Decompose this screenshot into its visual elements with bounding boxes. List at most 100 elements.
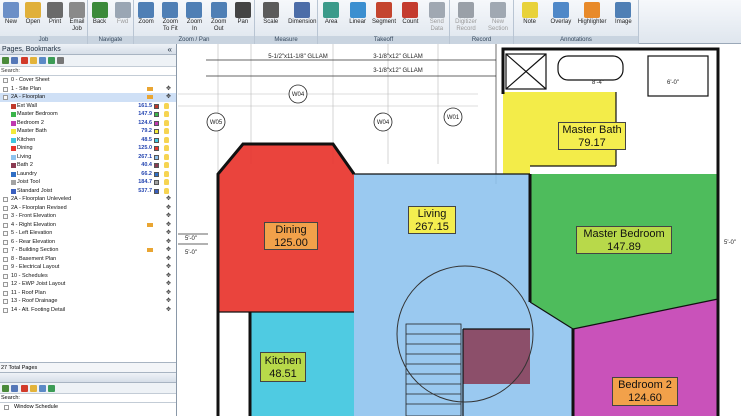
visibility-bulb-icon[interactable] [164, 119, 169, 126]
zoom-in-button[interactable]: Zoom In [182, 1, 206, 35]
page-item[interactable]: 2A - Floorplan Unleveled ✥ [0, 195, 176, 204]
back-button[interactable]: Back [88, 1, 111, 35]
move-icon[interactable]: ✥ [166, 272, 171, 281]
drawing-canvas[interactable]: W05 W04 W04 W01 5-1/2"x11-1/8" GLLAM 3-1… [178, 44, 741, 416]
sort-number-icon[interactable] [57, 57, 64, 64]
image-button[interactable]: Image [608, 1, 639, 35]
page-item[interactable]: 7 - Building Section ✥ [0, 246, 176, 255]
fwd-button[interactable]: Fwd [111, 1, 134, 35]
bottom-search-field[interactable]: Search: [0, 394, 176, 403]
move-icon[interactable]: ✥ [166, 195, 171, 204]
color-swatch[interactable] [154, 120, 159, 126]
page-item[interactable]: 1 - Site Plan ✥ [0, 85, 176, 94]
move-icon[interactable]: ✥ [166, 93, 171, 102]
move-icon[interactable]: ✥ [166, 263, 171, 272]
takeoff-item[interactable]: Dining 125.0 [0, 144, 176, 153]
sort-icon[interactable] [48, 57, 55, 64]
copy-icon[interactable] [11, 385, 18, 392]
email-job-button[interactable]: Email Job [66, 1, 88, 35]
visibility-bulb-icon[interactable] [164, 136, 169, 143]
page-item[interactable]: 8 - Basement Plan ✥ [0, 255, 176, 264]
digitizer-record-button[interactable]: Digitizer Record [450, 1, 482, 35]
takeoff-item[interactable]: Living 267.1 [0, 153, 176, 162]
color-swatch[interactable] [154, 137, 159, 143]
visibility-bulb-icon[interactable] [164, 162, 169, 168]
send-data-button[interactable]: Send Data [424, 1, 450, 35]
page-item[interactable]: 0 - Cover Sheet [0, 76, 176, 85]
room-label-master-bath[interactable]: Master Bath 79.17 [558, 122, 626, 150]
scale-button[interactable]: Scale [255, 1, 287, 35]
zoom-button[interactable]: Zoom [134, 1, 158, 35]
visibility-bulb-icon[interactable] [164, 153, 169, 160]
takeoff-item[interactable]: Ext Wall 161.5 [0, 102, 176, 111]
room-label-living[interactable]: Living 267.15 [408, 206, 456, 234]
move-icon[interactable]: ✥ [166, 297, 171, 306]
move-icon[interactable]: ✥ [166, 289, 171, 298]
page-item[interactable]: 4 - Right Elevation ✥ [0, 221, 176, 230]
page-item[interactable]: 5 - Left Elevation ✥ [0, 229, 176, 238]
folder-icon[interactable] [30, 57, 37, 64]
note-button[interactable]: Note [514, 1, 545, 35]
takeoff-item[interactable]: Kitchen 48.5 [0, 136, 176, 145]
segment-button[interactable]: Segment [371, 1, 397, 35]
visibility-bulb-icon[interactable] [164, 179, 169, 185]
open-button[interactable]: Open [22, 1, 44, 35]
move-icon[interactable]: ✥ [166, 238, 171, 247]
color-swatch[interactable] [154, 188, 159, 194]
color-swatch[interactable] [154, 171, 159, 177]
takeoff-item[interactable]: Standard Joist 537.7 [0, 187, 176, 196]
print-button[interactable]: Print [44, 1, 66, 35]
move-icon[interactable]: ✥ [166, 204, 171, 213]
takeoff-item[interactable]: Bedroom 2 124.6 [0, 119, 176, 128]
move-icon[interactable]: ✥ [166, 306, 171, 315]
area-button[interactable]: Area [318, 1, 344, 35]
room-label-master-bedroom[interactable]: Master Bedroom 147.89 [576, 226, 672, 254]
color-swatch[interactable] [154, 180, 159, 185]
add-icon[interactable] [2, 385, 9, 392]
page-item[interactable]: 11 - Roof Plan ✥ [0, 289, 176, 298]
takeoff-item[interactable]: Master Bath 79.2 [0, 127, 176, 136]
visibility-bulb-icon[interactable] [164, 128, 169, 134]
color-swatch[interactable] [154, 129, 159, 134]
refresh-icon[interactable] [39, 57, 46, 64]
takeoff-item[interactable]: Laundry 66.2 [0, 170, 176, 179]
visibility-bulb-icon[interactable] [164, 170, 169, 177]
refresh-icon[interactable] [39, 385, 46, 392]
list-item[interactable]: Window Schedule [0, 403, 176, 412]
color-swatch[interactable] [154, 112, 159, 117]
folder-icon[interactable] [30, 385, 37, 392]
overlay-button[interactable]: Overlay [545, 1, 576, 35]
visibility-bulb-icon[interactable] [164, 145, 169, 151]
color-swatch[interactable] [154, 154, 159, 160]
page-item[interactable]: 2A - Floorplan Revised ✥ [0, 204, 176, 213]
room-label-dining[interactable]: Dining 125.00 [264, 222, 318, 250]
page-item[interactable]: 6 - Rear Elevation ✥ [0, 238, 176, 247]
delete-icon[interactable] [21, 385, 28, 392]
add-page-icon[interactable] [2, 57, 9, 64]
color-swatch[interactable] [154, 103, 159, 109]
zoom-to-fit-button[interactable]: Zoom To Fit [158, 1, 182, 35]
page-item[interactable]: 3 - Front Elevation ✥ [0, 212, 176, 221]
takeoff-item[interactable]: Master Bedroom 147.9 [0, 110, 176, 119]
move-icon[interactable]: ✥ [166, 246, 171, 255]
page-item[interactable]: 12 - EWP Joist Layout ✥ [0, 280, 176, 289]
page-item[interactable]: 2A - Floorplan ✥ [0, 93, 176, 102]
page-item[interactable]: 14 - Alt. Footing Detail ✥ [0, 306, 176, 315]
sort-icon[interactable] [48, 385, 55, 392]
move-icon[interactable]: ✥ [166, 85, 171, 94]
visibility-bulb-icon[interactable] [164, 187, 169, 194]
color-swatch[interactable] [154, 163, 159, 168]
visibility-bulb-icon[interactable] [164, 111, 169, 117]
takeoff-item[interactable]: Joist Tool 184.7 [0, 178, 176, 187]
new-section-button[interactable]: New Section [482, 1, 514, 35]
new-button[interactable]: New [0, 1, 22, 35]
move-icon[interactable]: ✥ [166, 212, 171, 221]
search-field[interactable]: Search: [0, 67, 176, 76]
move-icon[interactable]: ✥ [166, 229, 171, 238]
color-swatch[interactable] [154, 146, 159, 151]
room-label-kitchen[interactable]: Kitchen 48.51 [260, 352, 306, 382]
dimension-button[interactable]: Dimension [287, 1, 319, 35]
copy-icon[interactable] [11, 57, 18, 64]
highlighter-button[interactable]: Highlighter [577, 1, 608, 35]
takeoff-item[interactable]: Bath 2 40.4 [0, 161, 176, 170]
